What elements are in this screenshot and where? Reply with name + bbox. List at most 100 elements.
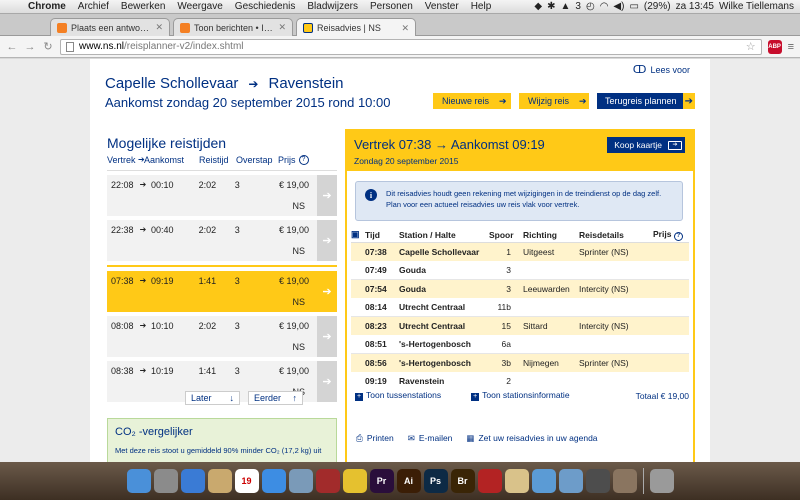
migration-icon[interactable] bbox=[558, 469, 583, 493]
stop-station[interactable]: Gouda bbox=[399, 265, 489, 275]
contacts-icon[interactable] bbox=[207, 469, 232, 493]
reload-icon[interactable]: ↻ bbox=[42, 40, 54, 53]
notification-count[interactable]: 3 bbox=[575, 1, 581, 12]
downloads-icon[interactable] bbox=[612, 469, 637, 493]
mail-stamp-icon[interactable] bbox=[153, 469, 178, 493]
stop-time: 07:54 bbox=[365, 284, 387, 294]
option-times: 07:38 ➔ 09:19 1:41 3 € 19,00 bbox=[111, 276, 309, 286]
terugreis-button[interactable]: Terugreis plannen ➔ bbox=[597, 93, 695, 109]
print-button[interactable]: ⎙ Printen bbox=[356, 433, 394, 444]
finder-icon[interactable] bbox=[126, 469, 151, 493]
info-notice: i Dit reisadvies houdt geen rekening met… bbox=[355, 181, 683, 221]
stop-station[interactable]: Ravenstein bbox=[399, 376, 489, 386]
toon-tussenstations-link[interactable]: + Toon tussenstations bbox=[355, 390, 441, 401]
help-icon[interactable]: ? bbox=[298, 155, 309, 165]
battery-icon[interactable]: ▭ bbox=[629, 1, 638, 12]
menu-weergave[interactable]: Weergave bbox=[171, 1, 228, 12]
stop-station[interactable]: Gouda bbox=[399, 284, 489, 294]
photobooth-icon[interactable] bbox=[315, 469, 340, 493]
option-row-selected[interactable]: 07:38 ➔ 09:19 1:41 3 € 19,00 NS ➔ bbox=[107, 271, 337, 312]
chevron-right-icon[interactable]: ➔ bbox=[317, 316, 337, 357]
address-bar[interactable]: www.ns.nl /reisplanner-v2/index.shtml ☆ bbox=[60, 38, 762, 55]
adblock-icon[interactable]: ABP bbox=[767, 39, 782, 54]
menu-geschiedenis[interactable]: Geschiedenis bbox=[229, 1, 302, 12]
stop-station[interactable]: Utrecht Centraal bbox=[399, 302, 489, 312]
trash-icon[interactable] bbox=[649, 469, 674, 493]
illustrator-icon[interactable]: Ai bbox=[396, 469, 421, 493]
adobe-icon[interactable]: ▲ bbox=[560, 1, 570, 12]
safari-icon[interactable] bbox=[531, 469, 556, 493]
panel-header: Vertrek 07:38 → Aankomst 09:19 Zondag 20… bbox=[347, 131, 693, 171]
option-operator: NS bbox=[292, 246, 305, 256]
photoshop-icon[interactable]: Ps bbox=[423, 469, 448, 493]
bluetooth-icon[interactable]: ✱ bbox=[547, 1, 555, 12]
ear-icon: ↀ bbox=[632, 64, 647, 76]
chevron-right-icon[interactable]: ➔ bbox=[317, 361, 337, 402]
bridge-icon[interactable]: Br bbox=[450, 469, 475, 493]
chevron-right-icon[interactable]: ➔ bbox=[317, 175, 337, 216]
chevron-right-icon[interactable]: ➔ bbox=[317, 220, 337, 261]
menu-archief[interactable]: Archief bbox=[72, 1, 115, 12]
option-traveltime: 2:02 bbox=[198, 321, 217, 331]
option-row[interactable]: 22:38 ➔ 00:40 2:02 3 € 19,00 NS ➔ bbox=[107, 220, 337, 261]
mail-button[interactable]: ✉ E-mailen bbox=[408, 433, 453, 444]
menu-help[interactable]: Help bbox=[465, 1, 498, 12]
stop-station[interactable]: 's-Hertogenbosch bbox=[399, 339, 489, 349]
menu-hamburger-icon[interactable]: ≡ bbox=[788, 41, 794, 53]
arrival-heading: Aankomst zondag 20 september 2015 rond 1… bbox=[105, 95, 391, 110]
option-arrival: 00:40 bbox=[150, 225, 174, 235]
stop-row: 08:56 's-Hertogenbosch 3b Nijmegen Sprin… bbox=[351, 354, 689, 372]
chrome-icon[interactable] bbox=[342, 469, 367, 493]
option-times: 22:08 ➔ 00:10 2:02 3 € 19,00 bbox=[111, 180, 309, 190]
wijzig-reis-button[interactable]: Wijzig reis ➔ bbox=[519, 93, 589, 109]
itunes-icon[interactable] bbox=[261, 469, 286, 493]
back-icon[interactable]: ← bbox=[6, 41, 18, 53]
menu-bladwijzers[interactable]: Bladwijzers bbox=[301, 1, 364, 12]
menu-venster[interactable]: Venster bbox=[419, 1, 465, 12]
user-name[interactable]: Wilke Tiellemans bbox=[719, 1, 794, 12]
calendar-icon[interactable]: 19 bbox=[234, 469, 259, 493]
close-tab-icon[interactable]: ✕ bbox=[278, 22, 286, 33]
option-row[interactable]: 22:08 ➔ 00:10 2:02 3 € 19,00 NS ➔ bbox=[107, 175, 337, 216]
eerder-button[interactable]: Eerder ↑ bbox=[248, 391, 303, 405]
notes-icon[interactable] bbox=[504, 469, 529, 493]
stop-station[interactable]: Capelle Schollevaar bbox=[399, 247, 489, 257]
timemachine-icon[interactable]: ◴ bbox=[586, 1, 595, 12]
chevron-right-icon[interactable]: ➔ bbox=[317, 271, 337, 312]
toon-stationsinfo-link[interactable]: + Toon stationsinformatie bbox=[471, 390, 570, 401]
option-price: € 19,00 bbox=[278, 225, 309, 235]
clock[interactable]: za 13:45 bbox=[676, 1, 714, 12]
stop-station[interactable]: Utrecht Centraal bbox=[399, 321, 489, 331]
tab-stackoverflow-2[interactable]: Toon berichten • Instelling ✕ bbox=[173, 18, 293, 36]
menu-chrome[interactable]: Chrome bbox=[22, 1, 72, 12]
quicktime-icon[interactable] bbox=[585, 469, 610, 493]
page: ↀ Lees voor Capelle Schollevaar ➔ Ravens… bbox=[0, 59, 800, 462]
close-tab-icon[interactable]: ✕ bbox=[401, 23, 409, 34]
bookmark-star-icon[interactable]: ☆ bbox=[746, 40, 756, 53]
premiere-icon[interactable]: Pr bbox=[369, 469, 394, 493]
app-store-icon[interactable] bbox=[180, 469, 205, 493]
volume-icon[interactable]: ◀) bbox=[613, 1, 624, 12]
stop-station[interactable]: 's-Hertogenbosch bbox=[399, 358, 489, 368]
url-path: /reisplanner-v2/index.shtml bbox=[124, 41, 244, 52]
koop-kaartje-button[interactable]: Koop kaartje ➔ bbox=[607, 137, 685, 153]
forward-icon[interactable]: → bbox=[24, 41, 36, 53]
stop-details: Sprinter (NS) bbox=[579, 358, 629, 368]
preview-icon[interactable] bbox=[288, 469, 313, 493]
agenda-button[interactable]: ▦ Zet uw reisadvies in uw agenda bbox=[466, 433, 597, 444]
tab-ns[interactable]: Reisadvies | NS ✕ bbox=[296, 18, 416, 37]
filezilla-icon[interactable] bbox=[477, 469, 502, 493]
lees-voor-link[interactable]: ↀ Lees voor bbox=[633, 63, 690, 76]
wifi-icon[interactable]: ◠ bbox=[600, 1, 609, 12]
head-overstap: Overstap bbox=[236, 155, 273, 165]
help-icon[interactable]: ? bbox=[673, 231, 683, 241]
dropbox-icon[interactable]: ◆ bbox=[534, 1, 542, 12]
stop-row: 09:19 Ravenstein 2 bbox=[351, 372, 689, 390]
close-tab-icon[interactable]: ✕ bbox=[155, 22, 163, 33]
menu-personen[interactable]: Personen bbox=[364, 1, 419, 12]
option-row[interactable]: 08:08 ➔ 10:10 2:02 3 € 19,00 NS ➔ bbox=[107, 316, 337, 357]
menu-bewerken[interactable]: Bewerken bbox=[115, 1, 171, 12]
nieuwe-reis-button[interactable]: Nieuwe reis ➔ bbox=[433, 93, 511, 109]
tab-stackoverflow-1[interactable]: Plaats een antwoord • Bok ✕ bbox=[50, 18, 170, 36]
later-button[interactable]: Later ↓ bbox=[185, 391, 240, 405]
